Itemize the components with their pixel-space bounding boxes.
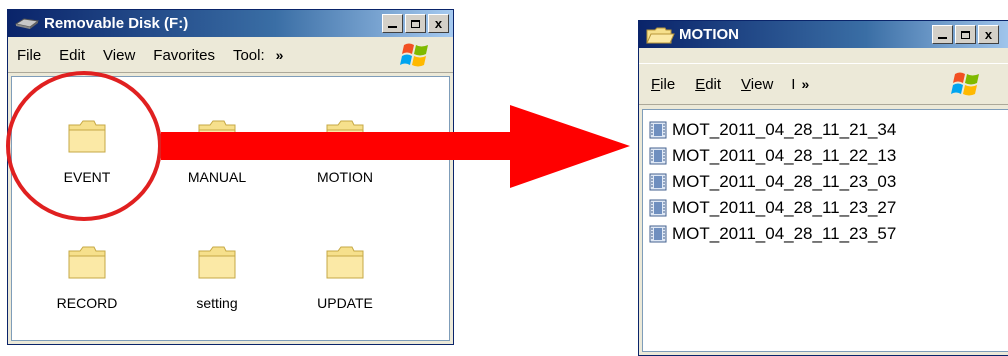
folder-label: RECORD	[56, 295, 118, 311]
folder-motion[interactable]: MOTION	[290, 117, 400, 185]
open-folder-icon	[645, 27, 675, 43]
folder-setting[interactable]: setting	[162, 243, 272, 311]
video-file-icon	[649, 147, 667, 165]
menu-favorites[interactable]: Favorites	[144, 47, 224, 64]
video-file-icon	[649, 199, 667, 217]
title-bar[interactable]: MOTION x	[639, 21, 1008, 48]
close-button[interactable]: x	[978, 25, 999, 44]
folder-icon	[198, 246, 236, 279]
folder-icon	[326, 246, 364, 279]
folder-icon	[326, 120, 364, 153]
file-name: MOT_2011_04_28_11_21_34	[672, 120, 897, 139]
folder-label: setting	[196, 295, 238, 311]
file-item[interactable]: MOT_2011_04_28_11_23_03	[649, 170, 896, 194]
folder-icon	[68, 246, 106, 279]
menu-truncated[interactable]: I	[783, 76, 799, 93]
file-name: MOT_2011_04_28_11_23_27	[672, 198, 897, 217]
file-item[interactable]: MOT_2011_04_28_11_23_27	[649, 196, 896, 220]
removable-disk-icon	[14, 16, 40, 32]
folder-label: MANUAL	[187, 169, 247, 185]
windows-logo-icon	[951, 70, 983, 98]
folder-record[interactable]: RECORD	[32, 243, 142, 311]
menu-edit[interactable]: Edit	[50, 47, 94, 64]
video-file-icon	[649, 121, 667, 139]
menu-view[interactable]: View	[94, 47, 144, 64]
file-list: MOT_2011_04_28_11_21_34 MOT_2011_04_28_1…	[642, 109, 1008, 352]
folder-label: EVENT	[63, 169, 111, 185]
folder-update[interactable]: UPDATE	[290, 243, 400, 311]
file-item[interactable]: MOT_2011_04_28_11_23_57	[649, 222, 896, 246]
close-button[interactable]: x	[428, 14, 449, 33]
menu-view[interactable]: View	[731, 76, 783, 93]
removable-disk-window: Removable Disk (F:) x File Edit View Fav…	[7, 9, 454, 345]
folder-event[interactable]: EVENT	[32, 117, 142, 185]
minimize-button[interactable]	[932, 25, 953, 44]
menu-file[interactable]: File	[8, 47, 50, 64]
folder-icon	[68, 120, 106, 153]
motion-folder-window: MOTION x File Edit View I » MOT_2011_04_…	[638, 20, 1008, 356]
menu-bar: File Edit View I »	[639, 63, 1008, 105]
folder-icon	[198, 120, 236, 153]
file-item[interactable]: MOT_2011_04_28_11_22_13	[649, 144, 896, 168]
menu-file[interactable]: File	[639, 76, 685, 93]
file-name: MOT_2011_04_28_11_22_13	[672, 146, 897, 165]
video-file-icon	[649, 173, 667, 191]
maximize-button[interactable]	[405, 14, 426, 33]
window-title: Removable Disk (F:)	[44, 15, 189, 32]
maximize-button[interactable]	[955, 25, 976, 44]
menu-chevron-icon[interactable]: »	[801, 76, 809, 92]
menu-bar: File Edit View Favorites Tool: »	[8, 38, 453, 73]
menu-chevron-icon[interactable]: »	[276, 47, 284, 63]
menu-tools[interactable]: Tool:	[224, 47, 274, 64]
title-bar[interactable]: Removable Disk (F:) x	[8, 10, 453, 37]
file-name: MOT_2011_04_28_11_23_03	[672, 172, 897, 191]
file-item[interactable]: MOT_2011_04_28_11_21_34	[649, 118, 896, 142]
window-title: MOTION	[679, 26, 739, 43]
video-file-icon	[649, 225, 667, 243]
file-name: MOT_2011_04_28_11_23_57	[672, 224, 897, 243]
folder-label: MOTION	[317, 169, 373, 185]
minimize-button[interactable]	[382, 14, 403, 33]
folder-view: EVENT MANUAL MOTION RECORD setting UPDAT…	[11, 76, 450, 341]
windows-logo-icon	[400, 41, 432, 69]
folder-label: UPDATE	[317, 295, 373, 311]
menu-edit[interactable]: Edit	[685, 76, 731, 93]
folder-manual[interactable]: MANUAL	[162, 117, 272, 185]
